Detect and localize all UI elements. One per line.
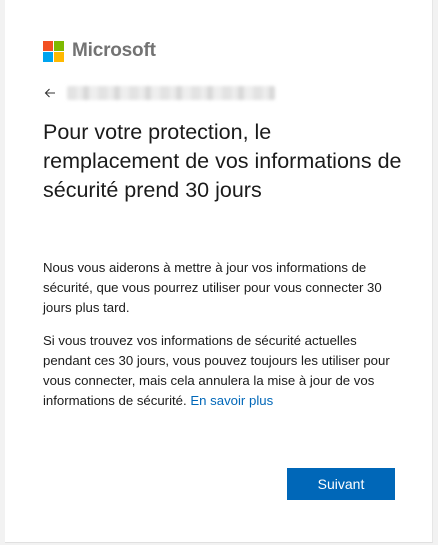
logo-square-yellow (54, 51, 64, 62)
next-button[interactable]: Suivant (287, 468, 395, 500)
description-paragraph: Nous vous aiderons à mettre à jour vos i… (43, 260, 382, 315)
microsoft-logo-icon (43, 40, 64, 62)
identity-banner[interactable] (43, 84, 275, 102)
brand-name: Microsoft (72, 40, 156, 61)
page-title: Pour votre protection, le remplacement d… (43, 120, 402, 202)
logo-square-blue (43, 51, 53, 62)
logo-square-green (54, 40, 64, 51)
back-arrow-icon[interactable] (43, 86, 57, 100)
account-email-redacted (67, 86, 275, 100)
microsoft-logo: Microsoft (43, 40, 156, 62)
info-paragraph: Si vous trouvez vos informations de sécu… (43, 331, 403, 411)
logo-square-red (43, 40, 53, 51)
learn-more-link[interactable]: En savoir plus (190, 393, 273, 408)
sign-in-card: Microsoft Pour votre protection, le remp… (5, 0, 433, 543)
